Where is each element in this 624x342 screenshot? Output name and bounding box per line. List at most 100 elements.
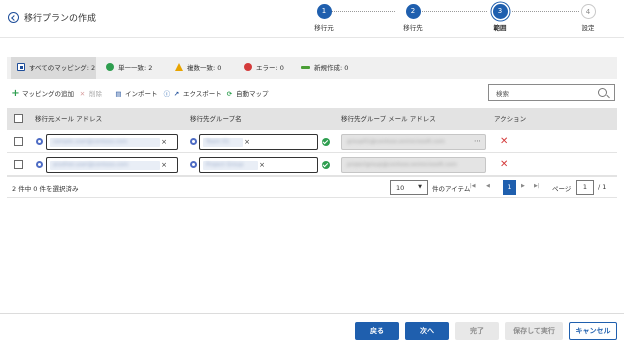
delete-row-icon[interactable]: ✕ <box>500 137 508 147</box>
group-icon <box>190 138 197 145</box>
user-icon <box>36 161 43 168</box>
wizard-step-4: 4 設定 <box>568 4 608 32</box>
page-title: 移行プランの作成 <box>24 14 97 24</box>
cancel-button[interactable]: キャンセル <box>569 322 617 340</box>
valid-check-icon <box>322 161 330 169</box>
last-page-icon[interactable]: ▶| <box>534 183 540 189</box>
wizard-step-3: 3 範囲 <box>480 4 520 32</box>
target-group-email-field: projectgroup@contoso.onmicrosoft.com <box>341 157 486 173</box>
search-icon[interactable] <box>598 88 607 97</box>
filter-single-match[interactable]: 単一一致: 2 <box>106 57 152 79</box>
import-button[interactable]: ▤ インポート ⓘ <box>114 88 170 100</box>
page-number-input[interactable]: 1 <box>576 180 594 195</box>
toolbar-label: マッピングの追加 <box>22 90 74 98</box>
filter-label: 複数一致: 0 <box>187 64 222 72</box>
remove-chip-icon[interactable]: × <box>244 138 250 147</box>
step-label: 移行先 <box>403 24 423 32</box>
back-arrow-icon[interactable] <box>8 12 19 23</box>
filter-label: 単一一致: 2 <box>118 64 153 72</box>
page-size-value: 10 <box>396 184 405 192</box>
table-row: sample.user@contoso.com × Team 01 × grou… <box>7 131 617 153</box>
step-label: 範囲 <box>493 24 507 32</box>
target-group-input[interactable]: Team 01 × <box>199 134 318 150</box>
filter-error[interactable]: エラー: 0 <box>244 57 284 79</box>
finish-button[interactable]: 完了 <box>455 322 499 340</box>
toolbar-label: エクスポート <box>183 90 222 98</box>
filter-label: エラー: 0 <box>256 64 284 72</box>
filter-multiple-match[interactable]: 複数一致: 0 <box>175 57 221 79</box>
more-dots-icon[interactable]: ⋯ <box>474 137 481 145</box>
page-total: / 1 <box>598 183 607 191</box>
source-email-chip: sample.user@contoso.com × <box>50 138 167 147</box>
page-size-select[interactable]: 10 ▼ <box>390 180 428 195</box>
search-placeholder: 検索 <box>496 90 509 98</box>
column-target-group[interactable]: 移行先グループ名 <box>190 108 242 130</box>
next-button[interactable]: 次へ <box>405 322 449 340</box>
table-header: 移行元メール アドレス 移行先グループ名 移行先グループ メール アドレス アク… <box>7 108 617 130</box>
next-page-icon[interactable]: ▶ <box>521 183 525 189</box>
info-icon[interactable]: ⓘ <box>164 90 171 98</box>
footer-divider <box>0 313 624 314</box>
filter-bar: すべてのマッピング: 2 単一一致: 2 複数一致: 0 エラー: 0 新規作成… <box>7 57 617 79</box>
save-and-run-button[interactable]: 保存して実行 <box>505 322 563 340</box>
search-input[interactable]: 検索 <box>488 84 615 101</box>
step-number: 2 <box>405 4 421 19</box>
step-number: 1 <box>316 4 332 19</box>
chip-text: another.user@contoso.com <box>53 162 129 168</box>
toolbar-label: 削除 <box>89 90 102 98</box>
row-checkbox[interactable] <box>14 137 23 146</box>
error-icon <box>244 63 252 71</box>
group-icon <box>190 161 197 168</box>
selection-count: 2 件中 0 件を選択済み <box>12 185 79 193</box>
source-email-input[interactable]: sample.user@contoso.com × <box>46 134 178 150</box>
items-per-page-label: 件のアイテム <box>432 185 471 193</box>
current-page-button[interactable]: 1 <box>503 180 516 195</box>
column-target-group-email[interactable]: 移行先グループ メール アドレス <box>341 108 436 130</box>
export-button[interactable]: ↗ エクスポート <box>172 88 222 100</box>
target-group-chip: Project Group × <box>203 161 265 170</box>
prev-page-icon[interactable]: ◀ <box>486 183 490 189</box>
target-group-input[interactable]: Project Group × <box>199 157 318 173</box>
source-email-input[interactable]: another.user@contoso.com × <box>46 157 178 173</box>
chip-text: Team 01 <box>206 139 230 145</box>
toolbar-label: インポート <box>125 90 158 98</box>
auto-map-button[interactable]: ⟳ 自動マップ <box>225 88 269 100</box>
remove-chip-icon[interactable]: × <box>259 161 265 170</box>
target-group-chip: Team 01 × <box>203 138 250 147</box>
first-page-icon[interactable]: |◀ <box>470 183 476 189</box>
select-all-checkbox[interactable] <box>14 114 23 123</box>
warning-icon <box>175 63 183 71</box>
column-action: アクション <box>494 115 527 123</box>
export-arrow-icon: ↗ <box>173 90 180 98</box>
header: 移行プランの作成 1 移行元 2 移行先 3 範囲 4 設定 <box>0 0 624 38</box>
step-number: 4 <box>580 4 596 19</box>
wizard-step-2: 2 移行先 <box>393 4 433 32</box>
wizard-step-1: 1 移行元 <box>304 4 344 32</box>
add-mapping-button[interactable]: + マッピングの追加 <box>11 88 74 100</box>
row-checkbox[interactable] <box>14 160 23 169</box>
step-number: 3 <box>492 4 508 19</box>
back-button[interactable]: 戻る <box>355 322 399 340</box>
import-icon: ▤ <box>115 90 122 98</box>
delete-x-icon: ✕ <box>79 90 86 98</box>
delete-button[interactable]: ✕ 削除 <box>78 88 102 100</box>
remove-chip-icon[interactable]: × <box>161 138 167 147</box>
group-email-text: projectgroup@contoso.onmicrosoft.com <box>347 162 457 168</box>
caret-down-icon: ▼ <box>418 184 422 190</box>
table-row: another.user@contoso.com × Project Group… <box>7 154 617 176</box>
filter-label: すべてのマッピング: 2 <box>29 64 96 72</box>
step-label: 設定 <box>581 24 595 32</box>
user-icon <box>36 138 43 145</box>
grid-icon <box>17 63 25 71</box>
remove-chip-icon[interactable]: × <box>161 161 167 170</box>
refresh-icon: ⟳ <box>226 90 233 98</box>
chip-text: Project Group <box>206 162 244 168</box>
group-email-text: group01@contoso.onmicrosoft.com <box>347 139 445 145</box>
filter-new[interactable]: 新規作成: 0 <box>301 57 348 79</box>
new-dash-icon <box>301 65 310 69</box>
filter-all-mappings[interactable]: すべてのマッピング: 2 <box>11 57 96 79</box>
source-email-chip: another.user@contoso.com × <box>50 161 167 170</box>
column-source-email[interactable]: 移行元メール アドレス <box>35 108 102 130</box>
valid-check-icon <box>322 138 330 146</box>
delete-row-icon[interactable]: ✕ <box>500 160 508 170</box>
